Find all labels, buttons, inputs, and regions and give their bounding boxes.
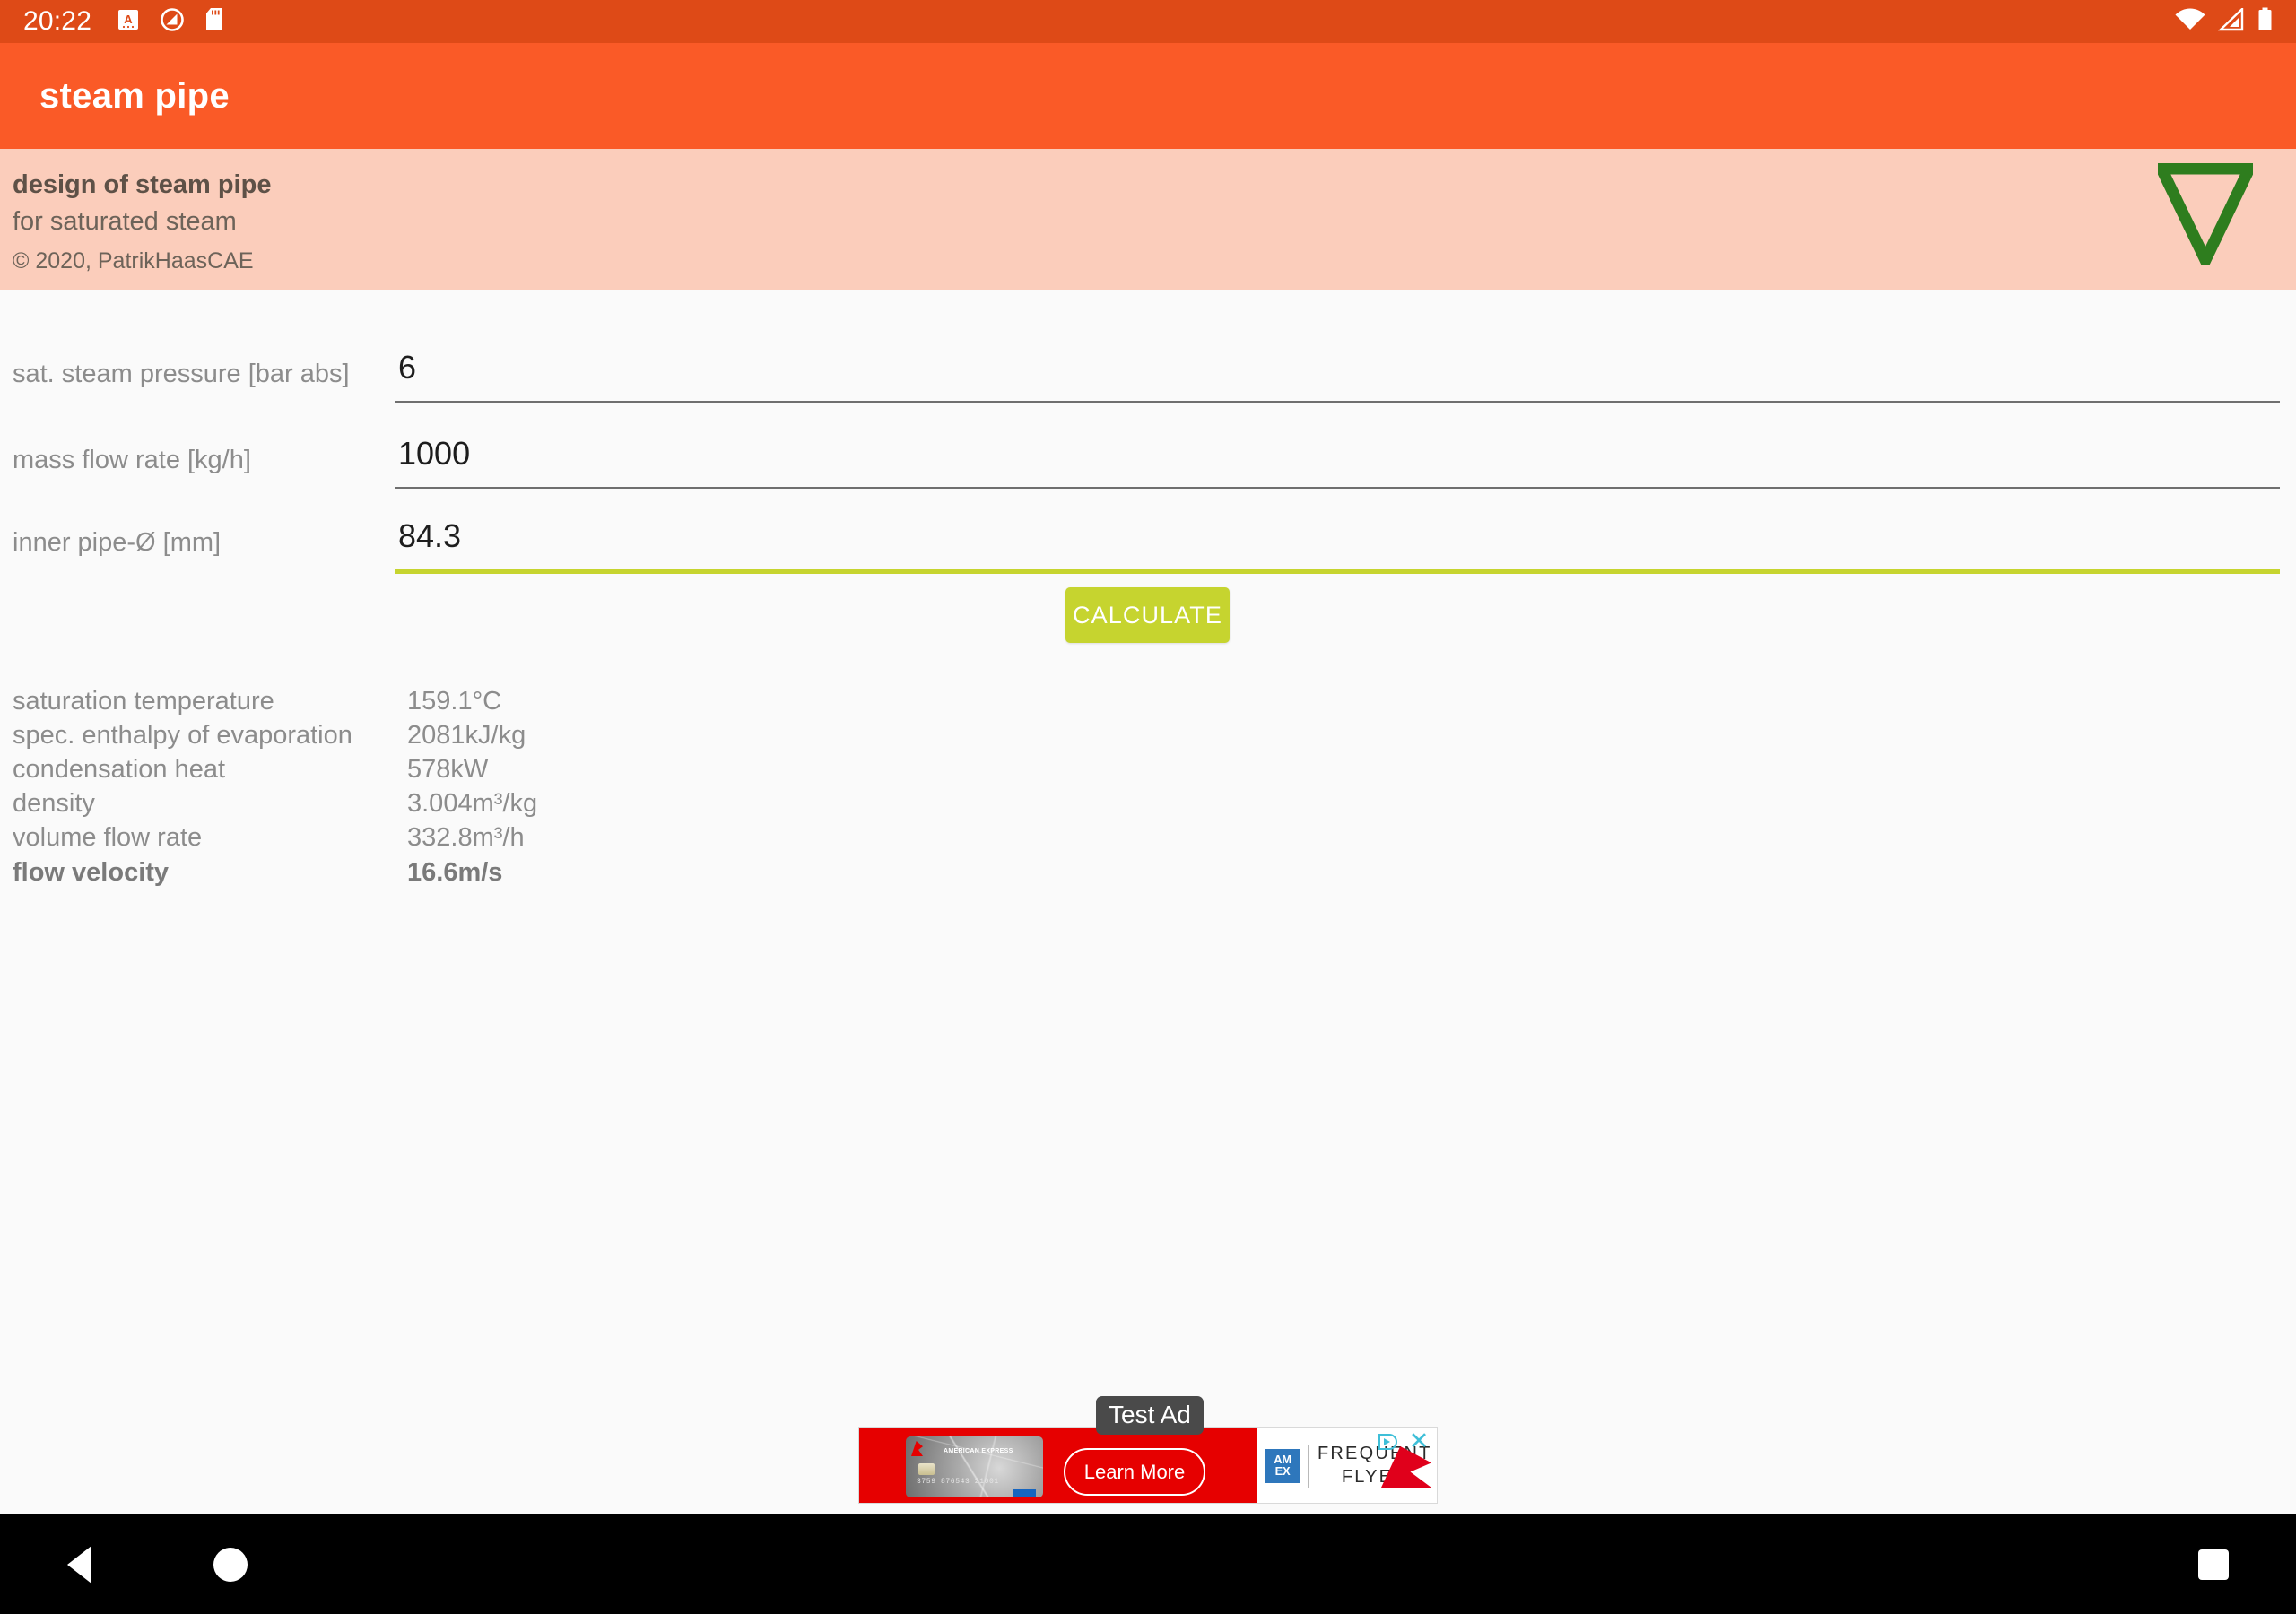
- result-label: condensation heat: [13, 754, 226, 784]
- card-blue-stripe: [1013, 1489, 1036, 1497]
- result-value: 159.1°C: [407, 686, 502, 716]
- banner-title: design of steam pipe: [13, 170, 272, 199]
- card-number-text: 3759 876543 21001: [917, 1478, 999, 1486]
- svg-text:A: A: [124, 13, 133, 26]
- wifi-icon: [2175, 8, 2205, 36]
- result-label: flow velocity: [13, 857, 170, 887]
- do-not-disturb-icon: [160, 7, 185, 37]
- description-banner: design of steam pipe for saturated steam…: [0, 149, 2296, 290]
- result-label: saturation temperature: [13, 686, 274, 716]
- cellular-signal-icon: [2218, 5, 2245, 36]
- result-label: volume flow rate: [13, 823, 203, 853]
- result-value: 2081kJ/kg: [407, 720, 526, 750]
- field-underline-inner-diameter: [395, 569, 2280, 574]
- amex-logo: AM EX: [1265, 1448, 1300, 1483]
- banner-copyright: © 2020, PatrikHaasCAE: [13, 248, 254, 274]
- android-screen: 20:22 A steam pipe design of steam pipe …: [0, 0, 2296, 1614]
- page-title: steam pipe: [39, 75, 230, 116]
- results-list: saturation temperature 159.1°C spec. ent…: [0, 684, 2296, 889]
- back-button-icon[interactable]: [67, 1545, 91, 1584]
- result-row-volume-flow-rate: volume flow rate 332.8m³/h: [0, 821, 2296, 855]
- ad-creative-right[interactable]: AM EX FREQUENT FLYER ✕: [1257, 1428, 1437, 1503]
- result-row-density: density 3.004m³/kg: [0, 787, 2296, 821]
- result-label: density: [13, 789, 95, 819]
- result-row-spec-enthalpy: spec. enthalpy of evaporation 2081kJ/kg: [0, 718, 2296, 752]
- field-input-wrap-inner-diameter: [395, 498, 2280, 574]
- app-bar: steam pipe: [0, 43, 2296, 149]
- adchoices-icon[interactable]: [1378, 1432, 1397, 1452]
- result-value: 578kW: [407, 754, 489, 784]
- field-row-inner-diameter: inner pipe-Ø [mm]: [0, 498, 2296, 580]
- status-bar: 20:22 A: [0, 0, 2296, 43]
- field-row-pressure: sat. steam pressure [bar abs]: [0, 329, 2296, 412]
- field-label-pressure: sat. steam pressure [bar abs]: [13, 360, 350, 388]
- result-label: spec. enthalpy of evaporation: [13, 720, 352, 750]
- field-input-wrap-mass-flow: [395, 415, 2280, 489]
- status-left-icons: A: [117, 7, 226, 37]
- sd-card-icon: [204, 7, 226, 37]
- field-underline-pressure: [395, 401, 2280, 403]
- test-ad-label: Test Ad: [1096, 1396, 1204, 1436]
- status-right-icons: [2175, 5, 2273, 37]
- status-clock: 20:22: [23, 6, 92, 36]
- calculate-button[interactable]: CALCULATE: [1065, 587, 1230, 643]
- result-row-saturation-temperature: saturation temperature 159.1°C: [0, 684, 2296, 718]
- amex-logo-line2: EX: [1274, 1463, 1291, 1478]
- a-badge-icon: A: [117, 8, 140, 36]
- field-label-inner-diameter: inner pipe-Ø [mm]: [13, 528, 222, 557]
- result-value: 3.004m³/kg: [407, 789, 538, 819]
- input-sat-steam-pressure[interactable]: [395, 329, 2280, 401]
- input-mass-flow-rate[interactable]: [395, 415, 2280, 487]
- banner-subtitle: for saturated steam: [13, 207, 237, 237]
- result-value: 16.6m/s: [407, 857, 503, 887]
- field-input-wrap-pressure: [395, 329, 2280, 403]
- recents-button-icon[interactable]: [2198, 1549, 2229, 1580]
- qantas-kangaroo-icon: [911, 1441, 923, 1456]
- navigation-bar: [0, 1514, 2296, 1614]
- field-row-mass-flow: mass flow rate [kg/h]: [0, 415, 2296, 498]
- amex-divider: [1308, 1444, 1309, 1488]
- ad-close-icon[interactable]: ✕: [1408, 1429, 1430, 1453]
- nabla-triangle-logo: [2152, 162, 2259, 274]
- ad-creative-left[interactable]: AMERICAN EXPRESS 3759 876543 21001 Learn…: [859, 1428, 1257, 1503]
- ad-banner[interactable]: AMERICAN EXPRESS 3759 876543 21001 Learn…: [858, 1427, 1438, 1504]
- card-brand-text: AMERICAN EXPRESS: [944, 1448, 1013, 1454]
- battery-icon: [2257, 7, 2273, 37]
- home-button-icon[interactable]: [213, 1547, 248, 1582]
- result-row-condensation-heat: condensation heat 578kW: [0, 752, 2296, 786]
- input-inner-pipe-diameter[interactable]: [395, 498, 2280, 569]
- learn-more-button[interactable]: Learn More: [1064, 1448, 1205, 1496]
- card-chip-icon: [918, 1463, 935, 1475]
- result-row-flow-velocity: flow velocity 16.6m/s: [0, 855, 2296, 889]
- amex-card-image: AMERICAN EXPRESS 3759 876543 21001: [906, 1436, 1043, 1497]
- result-value: 332.8m³/h: [407, 823, 525, 853]
- field-underline-mass-flow: [395, 487, 2280, 489]
- field-label-mass-flow: mass flow rate [kg/h]: [13, 446, 251, 474]
